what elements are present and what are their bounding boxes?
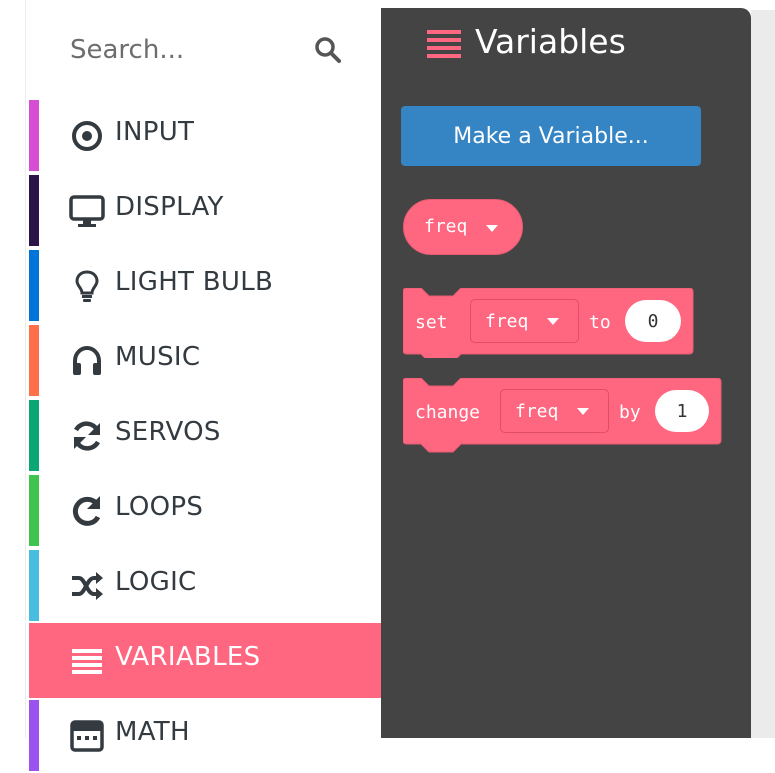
category-color-bar — [29, 625, 39, 696]
category-label: INPUT — [115, 117, 195, 147]
category-label: MATH — [115, 717, 190, 747]
calculator-icon — [70, 720, 104, 752]
category-color-bar — [29, 175, 39, 246]
category-color-bar — [29, 400, 39, 471]
workspace-edge — [751, 10, 775, 738]
by-keyword: by — [619, 402, 641, 423]
dropdown-caret-icon — [547, 318, 559, 325]
dropdown-caret-icon — [577, 408, 589, 415]
monitor-icon — [69, 195, 105, 227]
dropdown-caret-icon — [486, 225, 498, 232]
refresh-icon — [73, 421, 101, 451]
value-input[interactable]: 0 — [625, 300, 681, 342]
category-label: LOOPS — [115, 492, 204, 522]
lightbulb-icon — [75, 270, 99, 302]
list-icon — [72, 649, 102, 674]
category-color-bar — [29, 700, 39, 771]
make-variable-button[interactable]: Make a Variable... — [401, 106, 701, 166]
search-icon[interactable] — [314, 36, 342, 64]
variable-name: freq — [515, 401, 559, 422]
shuffle-icon — [72, 572, 103, 600]
category-logic[interactable]: LOGIC — [29, 548, 381, 623]
category-color-bar — [29, 100, 39, 171]
flyout-title-text: Variables — [475, 22, 626, 61]
category-color-bar — [29, 250, 39, 321]
category-servos[interactable]: SERVOS — [29, 398, 381, 473]
target-icon — [72, 121, 102, 151]
category-music[interactable]: MUSIC — [29, 323, 381, 398]
category-loops[interactable]: LOOPS — [29, 473, 381, 548]
value-input[interactable]: 1 — [655, 390, 709, 432]
category-input[interactable]: INPUT — [29, 98, 381, 173]
list-icon — [427, 30, 461, 58]
category-label: LIGHT BULB — [115, 267, 274, 297]
to-keyword: to — [589, 312, 611, 333]
change-keyword: change — [415, 402, 481, 423]
category-color-bar — [29, 475, 39, 546]
category-color-bar — [29, 325, 39, 396]
headphones-icon — [73, 345, 101, 375]
variable-reporter-block[interactable]: freq — [403, 199, 523, 255]
variable-dropdown[interactable]: freq — [470, 299, 579, 343]
category-label: DISPLAY — [115, 192, 224, 222]
variable-name: freq — [424, 216, 468, 237]
category-variables[interactable]: VARIABLES — [29, 623, 381, 698]
category-light-bulb[interactable]: LIGHT BULB — [29, 248, 381, 323]
change-variable-block[interactable]: change freq by 1 — [403, 378, 723, 453]
search-input[interactable] — [70, 30, 300, 70]
set-keyword: set — [415, 312, 448, 333]
redo-icon — [72, 496, 101, 526]
category-label: SERVOS — [115, 417, 221, 447]
search-bar — [26, 0, 382, 98]
variables-flyout: Variables Make a Variable... freq set fr… — [381, 8, 751, 738]
variable-dropdown[interactable]: freq — [500, 389, 609, 433]
category-label: VARIABLES — [115, 642, 261, 672]
category-display[interactable]: DISPLAY — [29, 173, 381, 248]
category-math[interactable]: MATH — [29, 698, 381, 773]
toolbox: INPUT DISPLAY LIGHT BULB — [25, 0, 382, 771]
category-color-bar — [29, 550, 39, 621]
variable-name: freq — [485, 311, 529, 332]
set-variable-block[interactable]: set freq to 0 — [403, 288, 695, 358]
category-label: MUSIC — [115, 342, 201, 372]
category-list: INPUT DISPLAY LIGHT BULB MUSIC SERVOS LO… — [26, 98, 382, 773]
category-label: LOGIC — [115, 567, 197, 597]
